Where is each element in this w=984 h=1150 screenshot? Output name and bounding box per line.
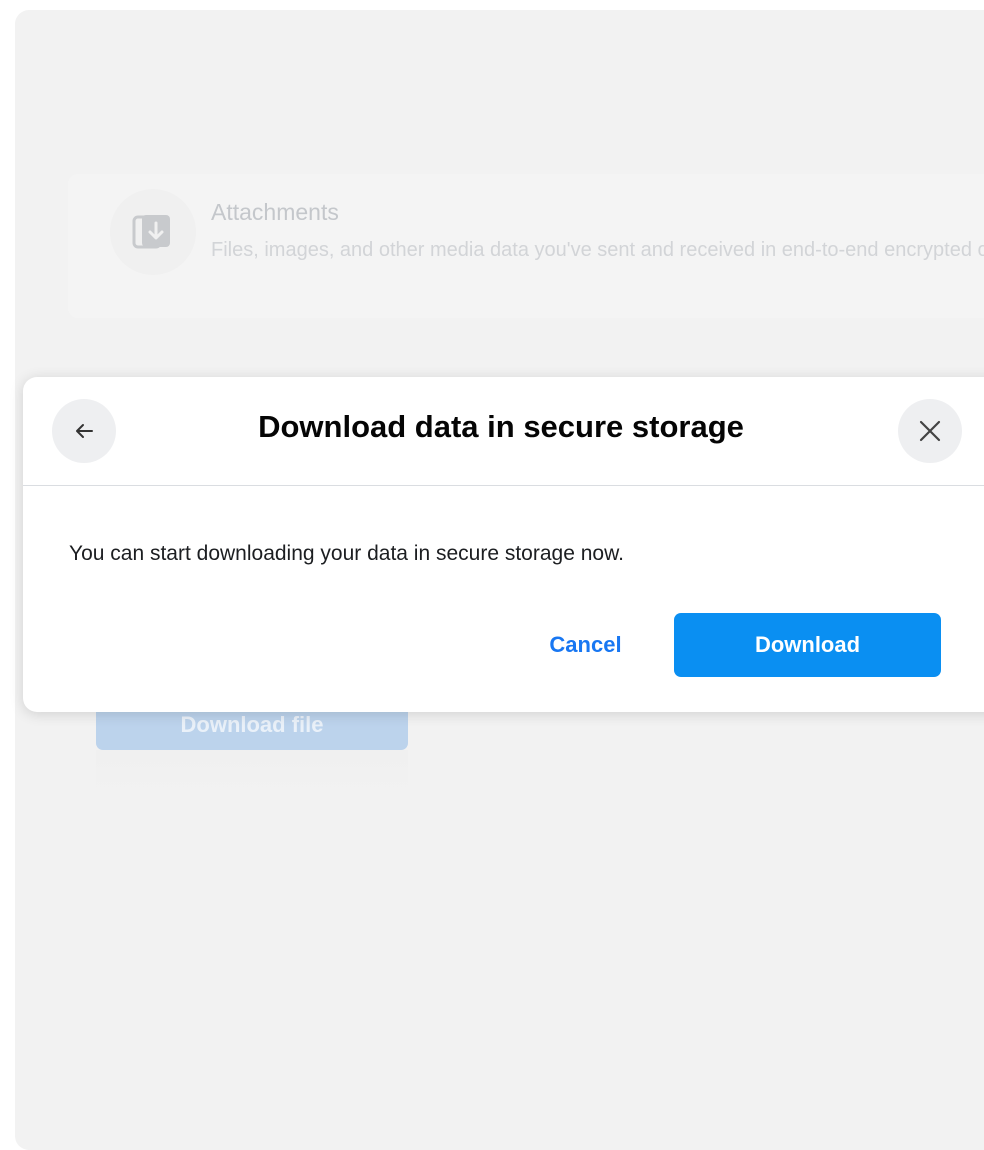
download-card-icon [132,215,170,249]
download-file-shadow [96,750,408,800]
dialog-header: Download data in secure storage [23,377,984,486]
close-icon [919,420,941,442]
dialog-title: Download data in secure storage [258,409,744,444]
attachments-description: Files, images, and other media data you'… [211,239,984,261]
attachments-title: Attachments [211,199,339,225]
close-button[interactable] [898,399,962,463]
cancel-button[interactable]: Cancel [513,613,658,677]
download-button[interactable]: Download [674,613,941,677]
attachments-icon-wrap [110,189,196,275]
dialog-message: You can start downloading your data in s… [69,542,624,565]
download-dialog: Download data in secure storage You can … [23,377,984,712]
